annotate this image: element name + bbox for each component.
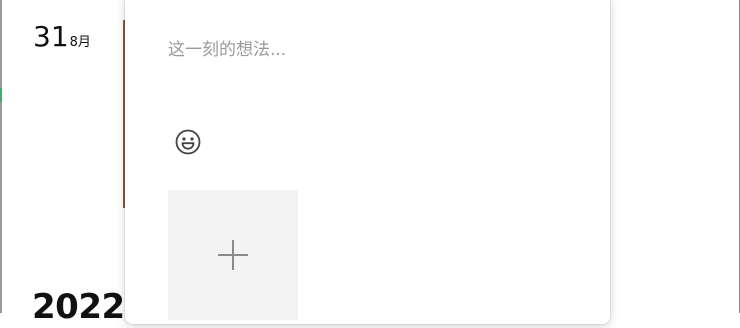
thought-input[interactable] [168,38,588,62]
plus-icon [218,240,248,270]
date-month: 8月 [69,35,91,50]
left-edge-accent [0,88,2,102]
emoji-button[interactable] [174,128,202,156]
compose-popover [125,0,610,324]
smiley-icon [175,129,201,155]
add-media-button[interactable] [168,190,298,320]
left-window-edge [0,0,2,313]
date-day: 31 [33,20,69,53]
date-display: 318月 [33,20,91,53]
